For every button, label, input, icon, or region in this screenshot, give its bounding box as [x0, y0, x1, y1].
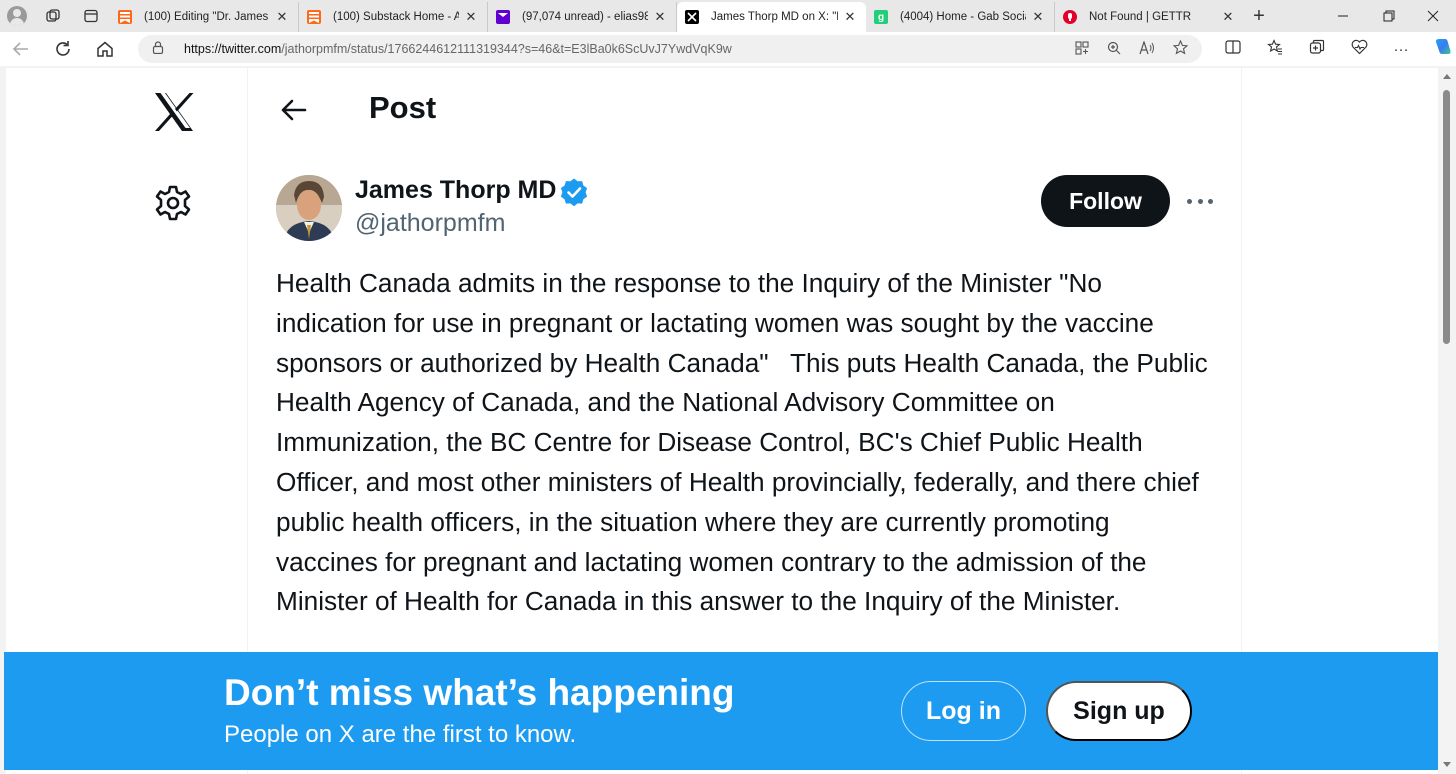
home-icon[interactable] [84, 32, 126, 66]
page-title: Post [369, 90, 437, 125]
close-tab-icon[interactable]: ✕ [274, 9, 290, 25]
refresh-icon[interactable] [42, 32, 84, 66]
profile-avatar-icon [7, 6, 27, 26]
signup-button[interactable]: Sign up [1046, 681, 1192, 741]
url-host: https://twitter.com [184, 42, 282, 56]
close-tab-icon[interactable]: ✕ [1030, 9, 1046, 25]
banner-subtitle: People on X are the first to know. [224, 721, 577, 748]
back-icon[interactable] [0, 32, 42, 66]
restore-icon[interactable] [1366, 0, 1412, 32]
read-aloud-icon[interactable] [1139, 39, 1155, 58]
split-screen-icon[interactable] [1212, 40, 1254, 58]
settings-more-icon[interactable]: ··· [1380, 41, 1422, 58]
scroll-thumb[interactable] [1443, 90, 1450, 344]
substack-icon [118, 10, 132, 24]
tab-title: Not Found | GETTR [1089, 11, 1192, 23]
settings-gear-icon[interactable] [154, 184, 192, 222]
verified-badge-icon[interactable] [559, 177, 589, 207]
follow-button[interactable]: Follow [1041, 175, 1170, 227]
scroll-down-icon[interactable] [1443, 762, 1451, 767]
browser-tab[interactable]: (100) Editing "Dr. James Th ✕ [110, 2, 299, 32]
close-tab-icon[interactable]: ✕ [463, 9, 479, 25]
tweet-text: Health Canada admits in the response to … [276, 268, 1216, 617]
workspaces-icon[interactable] [34, 0, 72, 32]
x-icon [685, 10, 699, 24]
tab-title: (97,074 unread) - elias98 [522, 11, 648, 23]
tab-actions-icon[interactable] [72, 0, 110, 32]
browser-tab-strip: (100) Editing "Dr. James Th ✕ (100) Subs… [0, 0, 1456, 32]
app-available-icon[interactable] [1075, 40, 1089, 58]
copilot-icon[interactable] [1422, 37, 1456, 61]
banner-title: Don’t miss what’s happening [224, 672, 735, 713]
new-tab-icon[interactable]: + [1244, 0, 1274, 32]
browser-toolbar: https://twitter.com/jathorpmfm/status/17… [0, 32, 1456, 66]
close-tab-icon[interactable]: ✕ [1220, 9, 1236, 25]
x-logo-icon[interactable] [152, 90, 196, 134]
close-tab-icon[interactable]: ✕ [842, 9, 858, 25]
browser-tab[interactable]: (100) Substack Home - All ✕ [299, 2, 488, 32]
signup-banner: Don’t miss what’s happening People on X … [4, 652, 1438, 770]
substack-icon [307, 10, 321, 24]
gettr-icon [1063, 10, 1077, 24]
close-window-icon[interactable] [1410, 0, 1456, 32]
author-handle[interactable]: @jathorpmfm [355, 209, 505, 238]
zoom-icon[interactable] [1107, 41, 1121, 58]
page-scrollbar[interactable] [1438, 68, 1456, 774]
close-tab-icon[interactable]: ✕ [652, 9, 668, 25]
browser-tab[interactable]: (97,074 unread) - elias98 ✕ [488, 2, 677, 32]
browser-tab[interactable]: g (4004) Home - Gab Social ✕ [866, 2, 1055, 32]
gab-icon: g [874, 10, 888, 24]
url-path: /jathorpmfm/status/1766244612111319344?s… [281, 42, 732, 56]
browser-tab[interactable]: Not Found | GETTR ✕ [1055, 2, 1244, 32]
tab-title: James Thorp MD on X: "H [711, 11, 838, 23]
author-name[interactable]: James Thorp MD [355, 176, 556, 205]
favorite-star-icon[interactable] [1172, 39, 1189, 58]
minimize-icon[interactable] [1320, 0, 1366, 32]
tab-title: (100) Editing "Dr. James Th [144, 11, 270, 23]
favorites-icon[interactable] [1254, 39, 1296, 59]
collections-icon[interactable] [1296, 39, 1338, 59]
address-bar[interactable]: https://twitter.com/jathorpmfm/status/17… [138, 35, 1202, 63]
browser-tab-active[interactable]: James Thorp MD on X: "H ✕ [677, 2, 866, 32]
author-avatar[interactable] [276, 175, 342, 241]
scroll-up-icon[interactable] [1443, 74, 1451, 79]
tab-title: (4004) Home - Gab Social [900, 11, 1026, 23]
back-arrow-icon[interactable] [279, 96, 307, 124]
mail-icon [496, 10, 510, 24]
tab-title: (100) Substack Home - All [333, 11, 459, 23]
login-button[interactable]: Log in [901, 681, 1026, 741]
profile-button[interactable] [0, 0, 34, 32]
browser-essentials-icon[interactable] [1338, 39, 1380, 59]
site-info-icon[interactable] [152, 41, 170, 57]
more-options-icon[interactable] [1185, 186, 1215, 216]
